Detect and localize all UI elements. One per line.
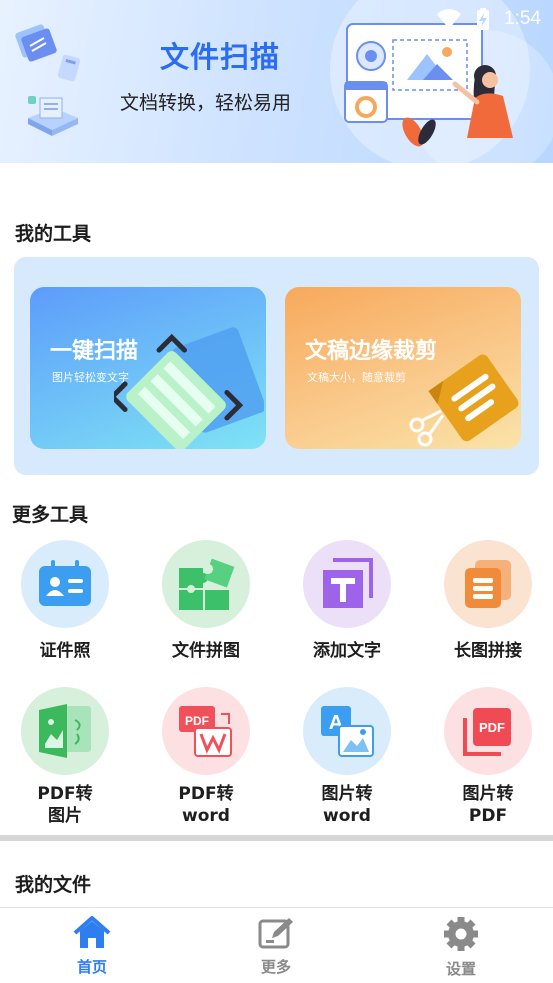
nav-label: 首页 xyxy=(76,958,107,976)
svg-text:PDF: PDF xyxy=(185,714,209,728)
nav-label: 更多 xyxy=(260,958,291,976)
pdf-to-image-icon xyxy=(39,704,91,758)
tool-label: 长图拼接 xyxy=(454,641,522,661)
text-t-icon xyxy=(323,558,373,608)
crop-card-subtitle: 文稿大小，随意裁剪 xyxy=(307,371,406,384)
tool-pdf-to-image[interactable]: PDF转 图片 xyxy=(5,687,125,827)
tool-icon-circle xyxy=(21,687,109,775)
wifi-icon xyxy=(437,9,462,29)
section-divider xyxy=(0,835,553,841)
more-tools-title: 更多工具 xyxy=(12,504,89,526)
document-edge-crop-card[interactable]: 文稿边缘裁剪 文稿大小，随意裁剪 xyxy=(285,287,521,449)
nav-settings[interactable]: 设置 xyxy=(411,916,511,979)
bottom-navigation: 首页 更多 设置 xyxy=(0,907,553,983)
gear-icon xyxy=(444,917,478,951)
image-to-word-icon: A xyxy=(321,706,374,757)
one-click-scan-card[interactable]: 一键扫描 图片轻松变文字 xyxy=(30,287,266,449)
battery-charging-icon xyxy=(477,8,490,30)
document-deco-icon xyxy=(15,24,57,62)
tool-icon-circle xyxy=(162,540,250,628)
banner-subtitle: 文档转换，轻松易用 xyxy=(120,92,292,114)
my-tools-panel: 一键扫描 图片轻松变文字 文稿边缘裁剪 文稿大小，随意裁剪 xyxy=(14,257,539,475)
tool-label: PDF转 word xyxy=(178,784,234,826)
tool-label: 添加文字 xyxy=(313,641,381,661)
tool-icon-circle xyxy=(444,540,532,628)
tool-label: PDF转 图片 xyxy=(37,784,93,826)
clipboard-deco-icon xyxy=(57,54,81,82)
file-stack-deco-icon xyxy=(28,96,78,136)
tool-pdf-to-word[interactable]: PDF PDF转 word xyxy=(146,687,266,827)
nav-home[interactable]: 首页 xyxy=(42,916,142,977)
banner-title: 文件扫描 xyxy=(160,40,281,74)
tool-icon-circle: A xyxy=(303,687,391,775)
tool-id-photo[interactable]: 证件照 xyxy=(5,540,125,662)
scan-frame-icon xyxy=(114,327,264,449)
tool-image-to-pdf[interactable]: PDF 图片转 PDF xyxy=(428,687,548,827)
long-image-icon xyxy=(465,560,511,608)
tool-label: 文件拼图 xyxy=(172,641,240,661)
tool-file-puzzle[interactable]: 文件拼图 xyxy=(146,540,266,662)
id-card-icon xyxy=(39,560,91,606)
nav-label: 设置 xyxy=(445,960,476,978)
tool-image-to-word[interactable]: A 图片转 word xyxy=(287,687,407,827)
tool-icon-circle xyxy=(21,540,109,628)
my-files-title: 我的文件 xyxy=(15,874,92,896)
pdf-to-word-icon: PDF xyxy=(179,706,232,757)
my-tools-title: 我的工具 xyxy=(15,223,92,245)
header-banner: 文件扫描 文档转换，轻松易用 1:54 xyxy=(0,0,553,163)
scissors-document-icon xyxy=(409,354,519,447)
home-icon xyxy=(73,916,111,948)
nav-more[interactable]: 更多 xyxy=(226,916,326,977)
edit-icon xyxy=(258,918,293,949)
status-time: 1:54 xyxy=(504,8,541,29)
tool-icon-circle: PDF xyxy=(162,687,250,775)
tool-label: 图片转 PDF xyxy=(462,784,514,826)
woman-with-document-board-illustration xyxy=(344,23,513,147)
tool-label: 证件照 xyxy=(39,641,91,661)
tool-long-image-stitch[interactable]: 长图拼接 xyxy=(428,540,548,662)
status-bar: 1:54 xyxy=(436,6,541,32)
tool-icon-circle xyxy=(303,540,391,628)
svg-text:PDF: PDF xyxy=(479,720,505,735)
puzzle-icon xyxy=(179,558,235,610)
tool-label: 图片转 word xyxy=(321,784,373,826)
tool-icon-circle: PDF xyxy=(444,687,532,775)
tool-add-text[interactable]: 添加文字 xyxy=(287,540,407,662)
image-to-pdf-icon: PDF xyxy=(463,708,511,756)
